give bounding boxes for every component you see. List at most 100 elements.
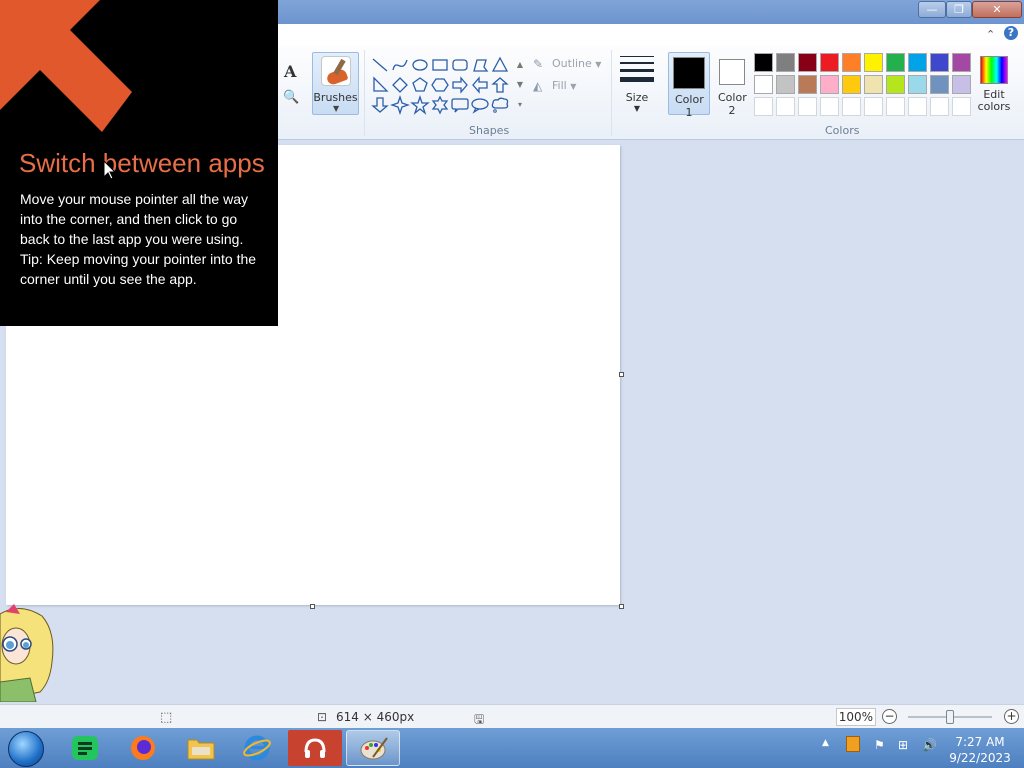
fill-button[interactable]: ◭ Fill ▼ [533,79,576,93]
taskbar-file-explorer[interactable] [174,730,228,766]
palette-swatch[interactable] [952,97,971,116]
resize-handle-bottom[interactable] [310,604,315,609]
palette-swatch[interactable] [908,75,927,94]
shape-line-icon[interactable] [370,55,390,75]
brushes-button[interactable]: Brushes ▼ [312,52,359,115]
start-button[interactable] [8,731,44,767]
shapes-gallery-scroll[interactable]: ▲ ▼ ▾ [514,55,526,115]
tray-app-icon[interactable] [846,736,860,752]
taskbar-music-app[interactable] [288,730,342,766]
shape-hexagon-icon[interactable] [430,75,450,95]
scroll-down-icon[interactable]: ▼ [514,75,526,95]
shape-six-point-star-icon[interactable] [430,95,450,115]
shape-pentagon-icon[interactable] [410,75,430,95]
size-button[interactable]: Size ▼ [618,91,656,113]
brushes-label: Brushes [313,91,358,104]
palette-swatch[interactable] [820,53,839,72]
palette-swatch[interactable] [798,53,817,72]
palette-swatch[interactable] [798,97,817,116]
resize-handle-corner[interactable] [619,604,624,609]
palette-swatch[interactable] [930,53,949,72]
taskbar-internet-explorer[interactable] [230,730,284,766]
palette-swatch[interactable] [930,75,949,94]
palette-swatch[interactable] [908,97,927,116]
text-tool-icon[interactable]: A [284,62,296,81]
status-bar: ⬚ ⊡ 614 × 460px 🖫 100% − + [0,704,1024,728]
shape-oval-icon[interactable] [410,55,430,75]
palette-swatch[interactable] [842,53,861,72]
shape-right-arrow-icon[interactable] [450,75,470,95]
close-button[interactable]: ✕ [972,1,1022,18]
palette-swatch[interactable] [908,53,927,72]
palette-swatch[interactable] [930,97,949,116]
shape-down-arrow-icon[interactable] [370,95,390,115]
palette-swatch[interactable] [754,75,773,94]
palette-swatch[interactable] [864,75,883,94]
palette-swatch[interactable] [952,53,971,72]
shape-triangle-icon[interactable] [490,55,510,75]
palette-swatch[interactable] [754,97,773,116]
shape-curve-icon[interactable] [390,55,410,75]
resize-handle-right[interactable] [619,372,624,377]
shape-right-triangle-icon[interactable] [370,75,390,95]
gallery-expand-icon[interactable]: ▾ [514,95,526,115]
shape-rounded-callout-icon[interactable] [450,95,470,115]
color2-button[interactable]: Color 2 [711,52,753,117]
scroll-up-icon[interactable]: ▲ [514,55,526,75]
shape-four-point-star-icon[interactable] [390,95,410,115]
show-hidden-icons[interactable]: ▲ [822,738,829,748]
mouse-cursor-icon [104,161,116,180]
palette-swatch[interactable] [820,97,839,116]
palette-swatch[interactable] [842,97,861,116]
help-icon[interactable]: ? [1004,26,1018,40]
palette-swatch[interactable] [886,97,905,116]
shape-rounded-rectangle-icon[interactable] [450,55,470,75]
shape-oval-callout-icon[interactable] [470,95,490,115]
group-divider [611,50,612,136]
palette-swatch[interactable] [864,53,883,72]
color2-label: Color 2 [718,91,747,117]
palette-swatch[interactable] [776,97,795,116]
palette-swatch[interactable] [776,53,795,72]
shape-up-arrow-icon[interactable] [490,75,510,95]
palette-swatch[interactable] [798,75,817,94]
shape-five-point-star-icon[interactable] [410,95,430,115]
color2-swatch [719,59,745,85]
palette-swatch[interactable] [842,75,861,94]
shape-diamond-icon[interactable] [390,75,410,95]
outline-label: Outline [552,57,592,70]
outline-button[interactable]: ✎ Outline ▼ [533,57,601,71]
magnifier-tool-icon[interactable]: 🔍 [283,90,299,105]
shape-rectangle-icon[interactable] [430,55,450,75]
shape-cloud-callout-icon[interactable] [490,95,510,115]
shape-polygon-icon[interactable] [470,55,490,75]
taskbar: ▲ ⚑ ⊞ 🔊 [0,728,1024,768]
size-icon[interactable] [620,56,654,86]
palette-swatch[interactable] [952,75,971,94]
palette-swatch[interactable] [886,53,905,72]
network-icon[interactable]: ⊞ [898,738,908,752]
palette-swatch[interactable] [820,75,839,94]
taskbar-paint[interactable] [346,730,400,766]
palette-swatch[interactable] [864,97,883,116]
charm-tip-text: Move your mouse pointer all the way into… [20,191,248,247]
zoom-in-button[interactable]: + [1004,709,1019,724]
volume-icon[interactable]: 🔊 [922,738,937,752]
minimize-button[interactable]: — [918,1,946,18]
zoom-slider-thumb[interactable] [946,710,954,724]
action-center-flag-icon[interactable]: ⚑ [874,738,885,752]
charm-tip-body: Move your mouse pointer all the way into… [20,189,265,289]
shape-left-arrow-icon[interactable] [470,75,490,95]
palette-swatch[interactable] [754,53,773,72]
minimize-ribbon-icon[interactable]: ⌃ [986,28,995,41]
palette-swatch[interactable] [776,75,795,94]
taskbar-clock[interactable]: 7:27 AM 9/22/2023 [946,734,1014,766]
colors-group-label: Colors [825,124,860,137]
color1-button[interactable]: Color 1 [668,52,710,119]
zoom-out-button[interactable]: − [882,709,897,724]
edit-colors-button[interactable]: Edit colors [976,52,1012,113]
maximize-button[interactable]: ❐ [946,1,972,18]
palette-swatch[interactable] [886,75,905,94]
taskbar-chat-app[interactable] [58,730,112,766]
taskbar-firefox[interactable] [116,730,170,766]
